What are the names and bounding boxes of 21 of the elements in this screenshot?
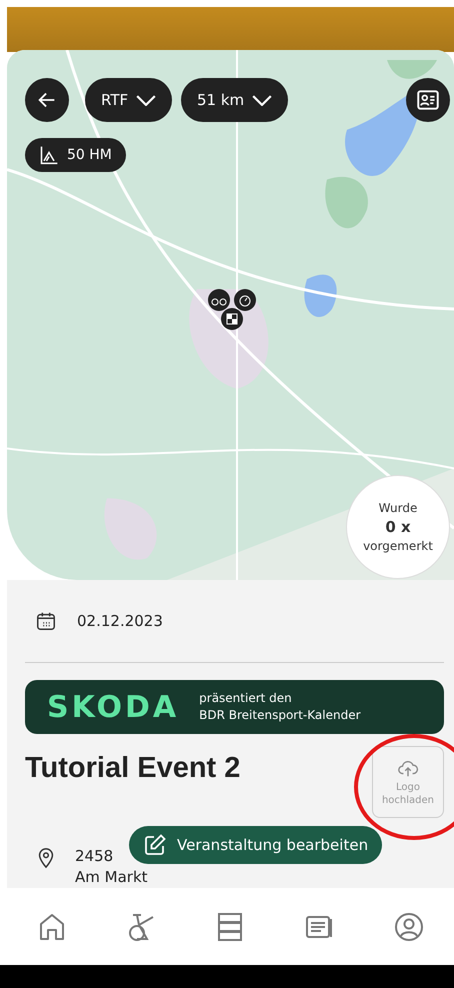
badge-label: vorgemerkt <box>363 539 433 553</box>
sponsor-text: präsentiert den <box>199 690 293 707</box>
chevron-down-icon <box>252 94 272 106</box>
elevation-icon <box>39 145 59 165</box>
badge-label: Wurde <box>378 501 418 515</box>
elevation-chip[interactable]: 50 HM <box>25 138 126 172</box>
chevron-down-icon <box>136 94 156 106</box>
sponsor-logo: SKODA <box>47 690 180 724</box>
event-date: 02.12.2023 <box>77 612 163 630</box>
filter-dropdown[interactable]: 51 km <box>181 78 288 122</box>
profile-icon <box>393 910 426 942</box>
nav-profile-button[interactable] <box>393 910 426 942</box>
address-text: 2458 <box>75 847 114 865</box>
address-text: Am Markt <box>75 868 148 886</box>
calendar-icon <box>35 610 57 632</box>
event-title: Tutorial Event 2 <box>25 752 240 785</box>
edit-event-button[interactable]: Veranstaltung bearbeiten <box>129 826 382 864</box>
bookmark-count: 0 x <box>385 518 411 536</box>
edit-icon <box>143 833 167 857</box>
sponsor-text: BDR Breitensport-Kalender <box>199 707 361 724</box>
filter-dropdown[interactable]: RTF <box>85 78 172 122</box>
